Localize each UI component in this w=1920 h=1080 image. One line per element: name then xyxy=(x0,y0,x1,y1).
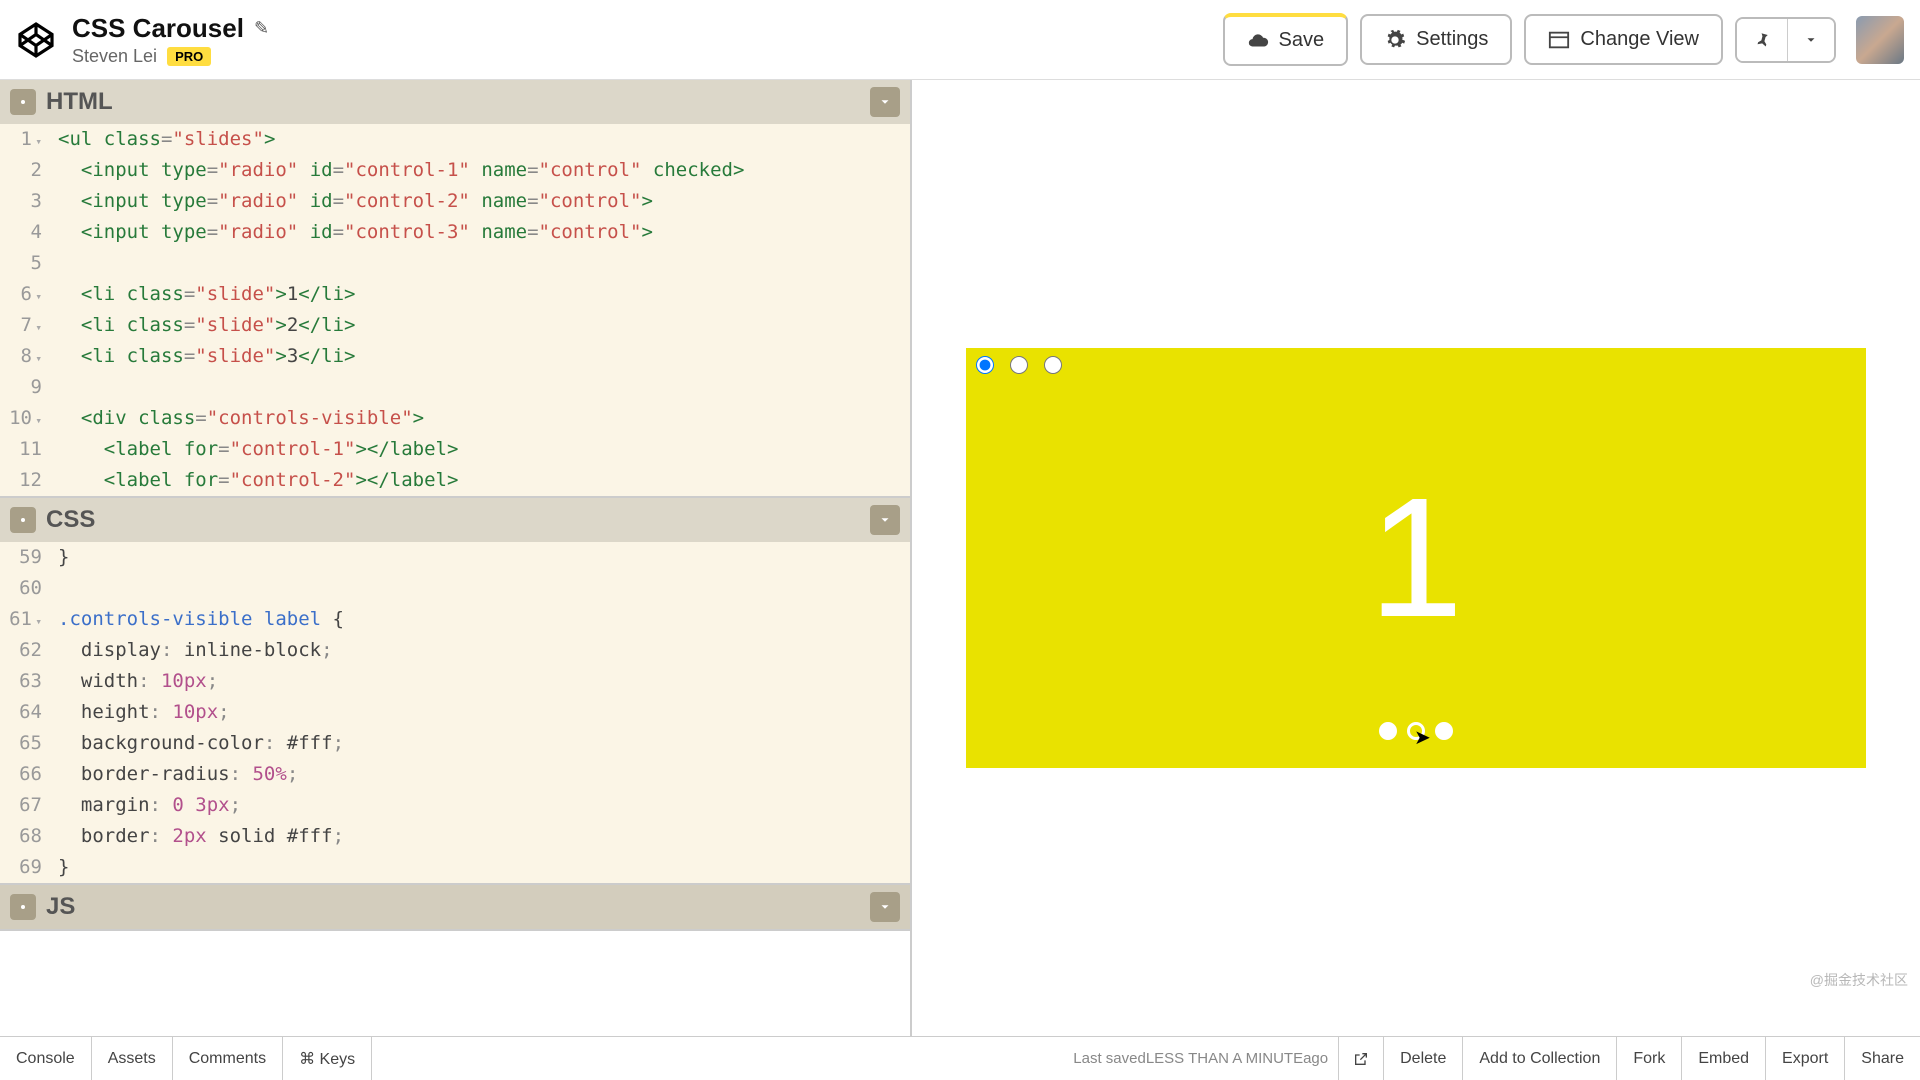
pen-title[interactable]: CSS Carousel xyxy=(72,13,244,44)
edit-title-icon[interactable]: ✎ xyxy=(254,18,269,39)
footer-bar: Console Assets Comments ⌘ Keys Last save… xyxy=(0,1036,1920,1080)
chevron-down-icon xyxy=(878,900,892,914)
js-collapse-button[interactable] xyxy=(870,892,900,922)
preview-pane: 1 ➤ @掘金技术社区 xyxy=(912,80,1920,1036)
cloud-icon xyxy=(1247,30,1269,52)
open-external-button[interactable] xyxy=(1338,1037,1383,1080)
editors-column: HTML 1▾2345 6▾7▾8▾9 10▾1112 <ul class="s… xyxy=(0,80,912,1036)
save-label: Save xyxy=(1279,29,1325,52)
css-settings-button[interactable] xyxy=(10,507,36,533)
js-settings-button[interactable] xyxy=(10,894,36,920)
pin-dropdown-button[interactable] xyxy=(1787,19,1834,61)
css-code: } .controls-visible label { display: inl… xyxy=(52,542,910,883)
pin-icon xyxy=(1753,31,1771,49)
save-button[interactable]: Save xyxy=(1223,13,1349,66)
pin-group xyxy=(1735,17,1836,63)
pro-badge: PRO xyxy=(167,47,211,66)
layout-icon xyxy=(1548,29,1570,51)
codepen-logo xyxy=(16,20,56,60)
change-view-button[interactable]: Change View xyxy=(1524,14,1723,65)
css-panel: CSS 596061▾6263646566676869 } .controls-… xyxy=(0,498,910,885)
js-panel-title: JS xyxy=(46,893,870,921)
author-name[interactable]: Steven Lei xyxy=(72,46,157,67)
slide-number: 1 xyxy=(966,348,1866,768)
cursor-icon: ➤ xyxy=(1414,725,1431,750)
top-bar: CSS Carousel ✎ Steven Lei PRO Save Setti… xyxy=(0,0,1920,80)
html-collapse-button[interactable] xyxy=(870,87,900,117)
js-panel: JS xyxy=(0,885,910,931)
carousel: 1 ➤ xyxy=(966,348,1866,768)
dot-1[interactable] xyxy=(1379,722,1397,740)
html-settings-button[interactable] xyxy=(10,89,36,115)
html-gutter: 1▾2345 6▾7▾8▾9 10▾1112 xyxy=(0,124,48,496)
css-panel-title: CSS xyxy=(46,506,870,534)
dot-3[interactable] xyxy=(1435,722,1453,740)
assets-tab[interactable]: Assets xyxy=(92,1037,173,1080)
gear-icon xyxy=(15,94,31,110)
css-collapse-button[interactable] xyxy=(870,505,900,535)
css-editor[interactable]: 596061▾6263646566676869 } .controls-visi… xyxy=(0,542,910,883)
external-link-icon xyxy=(1353,1051,1369,1067)
delete-button[interactable]: Delete xyxy=(1383,1037,1462,1080)
title-block: CSS Carousel ✎ Steven Lei PRO xyxy=(72,13,269,67)
gear-icon xyxy=(15,899,31,915)
chevron-down-icon xyxy=(878,95,892,109)
chevron-down-icon xyxy=(1804,33,1818,47)
gear-icon xyxy=(1384,29,1406,51)
html-panel-header: HTML xyxy=(0,80,910,124)
js-panel-header: JS xyxy=(0,885,910,929)
pin-button[interactable] xyxy=(1737,19,1787,61)
css-panel-header: CSS xyxy=(0,498,910,542)
chevron-down-icon xyxy=(878,513,892,527)
share-button[interactable]: Share xyxy=(1844,1037,1920,1080)
keys-tab[interactable]: ⌘ Keys xyxy=(283,1037,372,1080)
watermark: @掘金技术社区 xyxy=(1810,970,1908,990)
export-button[interactable]: Export xyxy=(1765,1037,1844,1080)
main-area: HTML 1▾2345 6▾7▾8▾9 10▾1112 <ul class="s… xyxy=(0,80,1920,1036)
add-to-collection-button[interactable]: Add to Collection xyxy=(1462,1037,1616,1080)
html-code: <ul class="slides"> <input type="radio" … xyxy=(52,124,910,496)
last-saved: Last saved LESS THAN A MINUTE ago xyxy=(372,1037,1338,1080)
settings-label: Settings xyxy=(1416,28,1488,51)
comments-tab[interactable]: Comments xyxy=(173,1037,283,1080)
embed-button[interactable]: Embed xyxy=(1681,1037,1765,1080)
html-panel-title: HTML xyxy=(46,88,870,116)
fork-button[interactable]: Fork xyxy=(1616,1037,1681,1080)
change-view-label: Change View xyxy=(1580,28,1699,51)
avatar[interactable] xyxy=(1856,16,1904,64)
html-panel: HTML 1▾2345 6▾7▾8▾9 10▾1112 <ul class="s… xyxy=(0,80,910,498)
html-editor[interactable]: 1▾2345 6▾7▾8▾9 10▾1112 <ul class="slides… xyxy=(0,124,910,496)
css-gutter: 596061▾6263646566676869 xyxy=(0,542,48,883)
gear-icon xyxy=(15,512,31,528)
settings-button[interactable]: Settings xyxy=(1360,14,1512,65)
console-tab[interactable]: Console xyxy=(0,1037,92,1080)
